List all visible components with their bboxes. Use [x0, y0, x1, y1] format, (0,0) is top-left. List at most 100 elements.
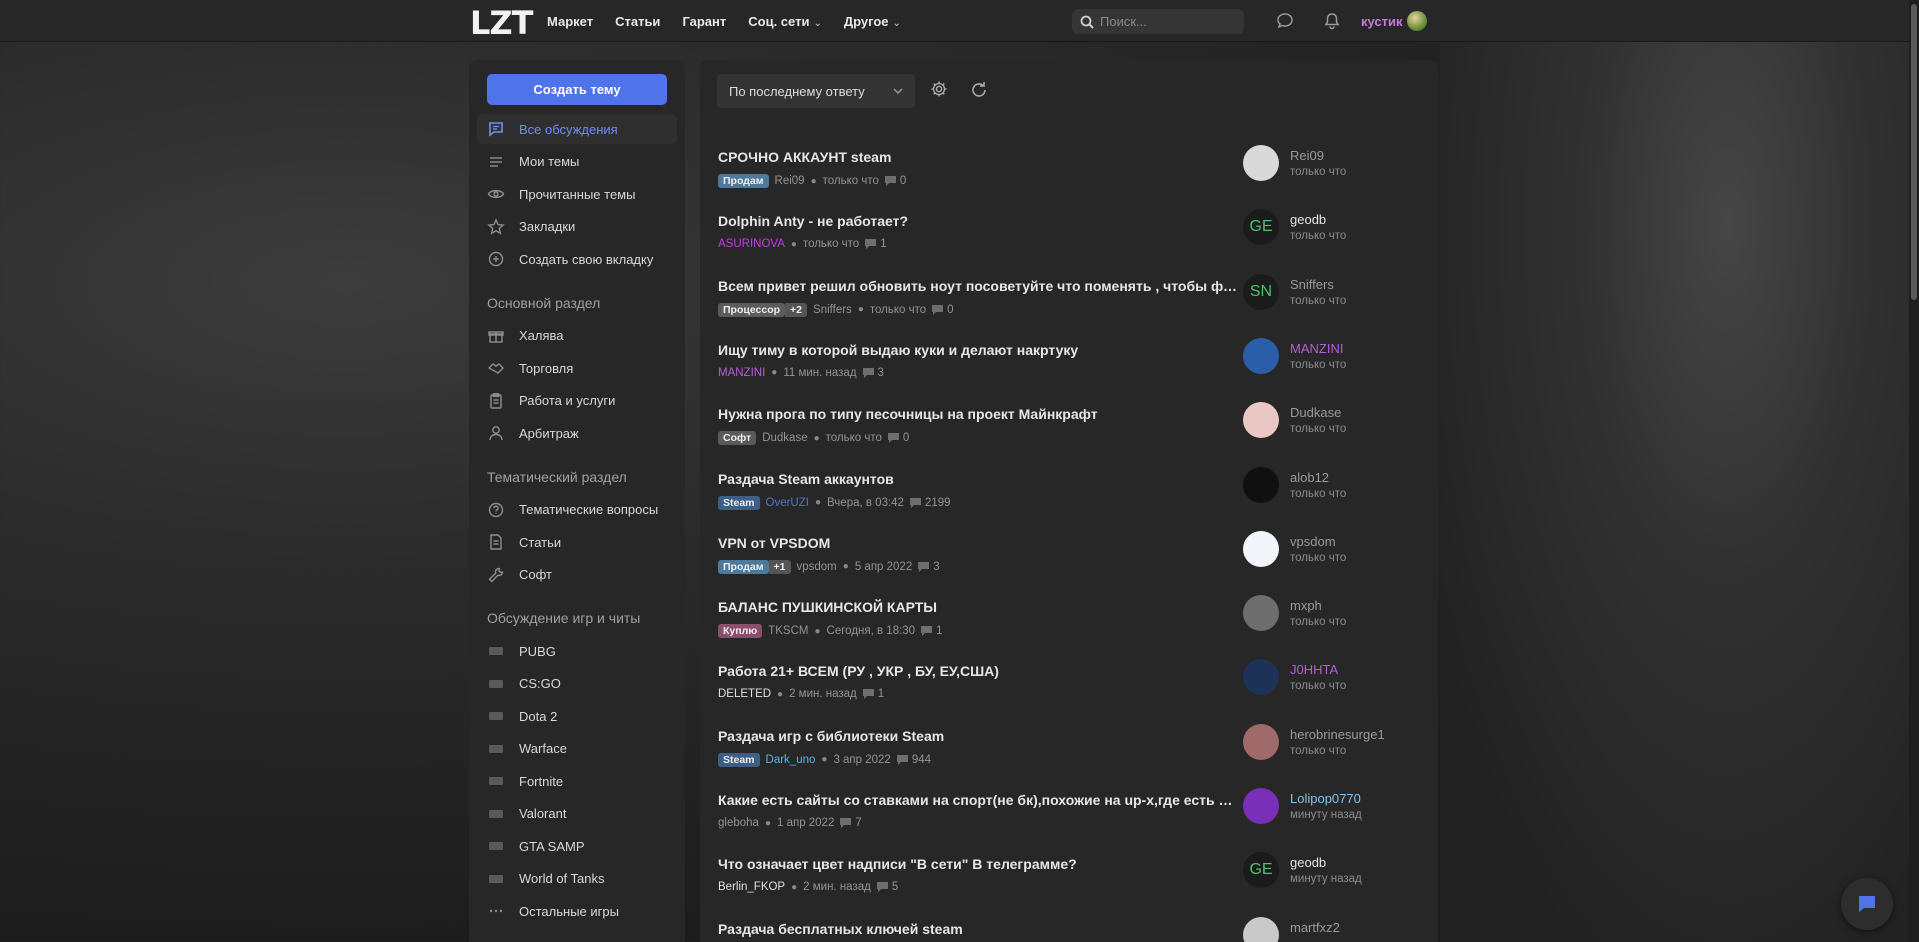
conversations-icon[interactable] — [1276, 12, 1294, 30]
thread-title[interactable]: Какие есть сайты со ставками на спорт(не… — [718, 792, 1238, 808]
thread-title[interactable]: Раздача Steam аккаунтов — [718, 471, 1238, 487]
refresh-icon[interactable] — [969, 80, 989, 100]
sidebar-item[interactable]: Тематические вопросы — [477, 495, 677, 525]
sidebar-item[interactable]: Все обсуждения — [477, 114, 677, 144]
sidebar-item[interactable]: Закладки — [477, 212, 677, 242]
last-poster-name[interactable]: mxph — [1290, 598, 1322, 613]
prefix-tag[interactable]: Продам — [718, 559, 769, 574]
thread-title[interactable]: VPN от VPSDOM — [718, 535, 1238, 551]
thread-author[interactable]: vpsdom — [797, 561, 837, 573]
sidebar-item[interactable]: Dota 2 — [477, 701, 677, 731]
nav-item-0[interactable]: Маркет — [547, 14, 593, 29]
last-poster-avatar[interactable] — [1243, 337, 1279, 374]
thread-author[interactable]: Berlin_FKOP — [718, 881, 785, 893]
last-poster-avatar[interactable]: GE — [1243, 209, 1279, 246]
thread-row[interactable]: Нужна прога по типу песочницы на проект … — [718, 402, 1418, 470]
site-logo[interactable]: LZT — [470, 4, 533, 42]
sort-dropdown[interactable]: По последнему ответу — [717, 74, 915, 108]
thread-author[interactable]: Dudkase — [762, 432, 807, 444]
last-poster-name[interactable]: Dudkase — [1290, 405, 1341, 420]
sidebar-item[interactable]: CS:GO — [477, 669, 677, 699]
sidebar-item[interactable]: Работа и услуги — [477, 386, 677, 416]
thread-row[interactable]: VPN от VPSDOM Продам +1 vpsdom ● 5 апр 2022 3… — [718, 530, 1418, 599]
prefix-more-tag[interactable]: +2 — [785, 302, 808, 317]
last-poster-name[interactable]: herobrinesurge1 — [1290, 727, 1385, 742]
prefix-tag[interactable]: Куплю — [718, 624, 763, 639]
sidebar-item[interactable]: Fortnite — [477, 766, 677, 796]
thread-author[interactable]: MANZINI — [718, 367, 765, 379]
thread-title[interactable]: Ищу тиму в которой выдаю куки и делают н… — [718, 342, 1238, 358]
sidebar-item[interactable]: Valorant — [477, 799, 677, 829]
thread-title[interactable]: Работа 21+ ВСЕМ (РУ , УКР , БУ, ЕУ,США) — [718, 663, 1238, 679]
last-poster-name[interactable]: Sniffers — [1290, 277, 1334, 292]
thread-author[interactable]: DELETED — [718, 688, 771, 700]
nav-item-3[interactable]: Соц. сети ⌄ — [748, 14, 822, 29]
last-poster-avatar[interactable] — [1243, 723, 1279, 760]
thread-title[interactable]: Всем привет решил обновить ноут посовету… — [718, 278, 1238, 294]
prefix-tag[interactable]: Софт — [718, 431, 757, 446]
nav-item-2[interactable]: Гарант — [682, 14, 726, 29]
thread-row[interactable]: Что означает цвет надписи "В сети" В тел… — [718, 852, 1418, 920]
last-poster-avatar[interactable]: GE — [1243, 852, 1279, 889]
username-link[interactable]: кустик — [1361, 14, 1403, 29]
sidebar-item[interactable]: World of Tanks — [477, 864, 677, 894]
last-poster-avatar[interactable] — [1243, 530, 1279, 567]
thread-author[interactable]: ASURINOVA — [718, 238, 785, 250]
thread-title[interactable]: СРОЧНО АККАУНТ steam — [718, 149, 1238, 165]
thread-author[interactable]: Sniffers — [813, 304, 852, 316]
search-box[interactable] — [1072, 9, 1244, 34]
thread-row[interactable]: Ищу тиму в которой выдаю куки и делают н… — [718, 337, 1418, 406]
sidebar-item[interactable]: Софт — [477, 560, 677, 590]
bell-icon[interactable] — [1323, 12, 1341, 30]
sidebar-item[interactable]: PUBG — [477, 636, 677, 666]
sidebar-item[interactable]: Халява — [477, 321, 677, 351]
thread-row[interactable]: Раздача игр с библиотеки Steam Steam Dark… — [718, 723, 1418, 792]
thread-title[interactable]: Раздача бесплатных ключей steam — [718, 921, 1238, 937]
thread-author[interactable]: Dark_uno — [766, 754, 816, 766]
thread-row[interactable]: Всем привет решил обновить ноут посовету… — [718, 273, 1418, 342]
last-poster-avatar[interactable] — [1243, 659, 1279, 696]
thread-title[interactable]: Нужна прога по типу песочницы на проект … — [718, 406, 1238, 422]
prefix-tag[interactable]: Steam — [718, 752, 760, 767]
last-poster-avatar[interactable] — [1243, 595, 1279, 632]
nav-item-4[interactable]: Другое ⌄ — [844, 14, 901, 29]
last-poster-avatar[interactable] — [1243, 788, 1279, 824]
nav-item-1[interactable]: Статьи — [615, 14, 660, 29]
thread-title[interactable]: Dolphin Anty - не работает? — [718, 213, 1238, 229]
create-thread-button[interactable]: Создать тему — [487, 74, 667, 105]
thread-row[interactable]: СРОЧНО АККАУНТ steam Продам Rei09 ● только … — [718, 145, 1418, 213]
user-avatar[interactable] — [1407, 11, 1427, 31]
thread-author[interactable]: TKSCM — [768, 625, 808, 637]
last-poster-avatar[interactable] — [1243, 916, 1279, 942]
thread-title[interactable]: Что означает цвет надписи "В сети" В тел… — [718, 856, 1238, 872]
last-poster-name[interactable]: geodb — [1290, 855, 1326, 870]
last-poster-name[interactable]: geodb — [1290, 212, 1326, 227]
last-poster-avatar[interactable] — [1243, 145, 1279, 181]
thread-author[interactable]: OverUZI — [766, 497, 809, 509]
search-input[interactable] — [1100, 14, 1230, 29]
sidebar-item[interactable]: Создать свою вкладку — [477, 244, 677, 274]
scrollbar-thumb[interactable] — [1911, 4, 1917, 300]
sidebar-item[interactable]: Мои темы — [477, 147, 677, 177]
thread-row[interactable]: БАЛАНС ПУШКИНСКОЙ КАРТЫ Куплю TKSCM ● Сегод… — [718, 595, 1418, 663]
last-poster-name[interactable]: vpsdom — [1290, 534, 1336, 549]
last-poster-name[interactable]: alob12 — [1290, 470, 1329, 485]
last-poster-name[interactable]: Lolipop0770 — [1290, 791, 1361, 806]
thread-author[interactable]: Rei09 — [775, 175, 805, 187]
prefix-more-tag[interactable]: +1 — [768, 559, 791, 574]
sidebar-item[interactable]: Warface — [477, 734, 677, 764]
thread-row[interactable]: Какие есть сайты со ставками на спорт(не… — [718, 788, 1418, 856]
thread-row[interactable]: Работа 21+ ВСЕМ (РУ , УКР , БУ, ЕУ,США) … — [718, 659, 1418, 727]
prefix-tag[interactable]: Продам — [718, 174, 769, 188]
thread-title[interactable]: БАЛАНС ПУШКИНСКОЙ КАРТЫ — [718, 599, 1238, 615]
thread-row[interactable]: Раздача Steam аккаунтов Steam OverUZI ● Вче… — [718, 466, 1418, 535]
last-poster-name[interactable]: martfxz2 — [1290, 920, 1340, 935]
settings-gear-icon[interactable] — [930, 80, 948, 98]
thread-row[interactable]: Раздача бесплатных ключей steam martfxz2 — [718, 916, 1418, 942]
last-poster-name[interactable]: Rei09 — [1290, 148, 1324, 163]
prefix-tag[interactable]: Steam — [718, 495, 760, 510]
last-poster-name[interactable]: J0HHTA — [1290, 662, 1338, 677]
last-poster-avatar[interactable] — [1243, 466, 1279, 503]
sidebar-item[interactable]: Торговля — [477, 353, 677, 383]
sidebar-item[interactable]: Остальные игры — [477, 896, 677, 926]
